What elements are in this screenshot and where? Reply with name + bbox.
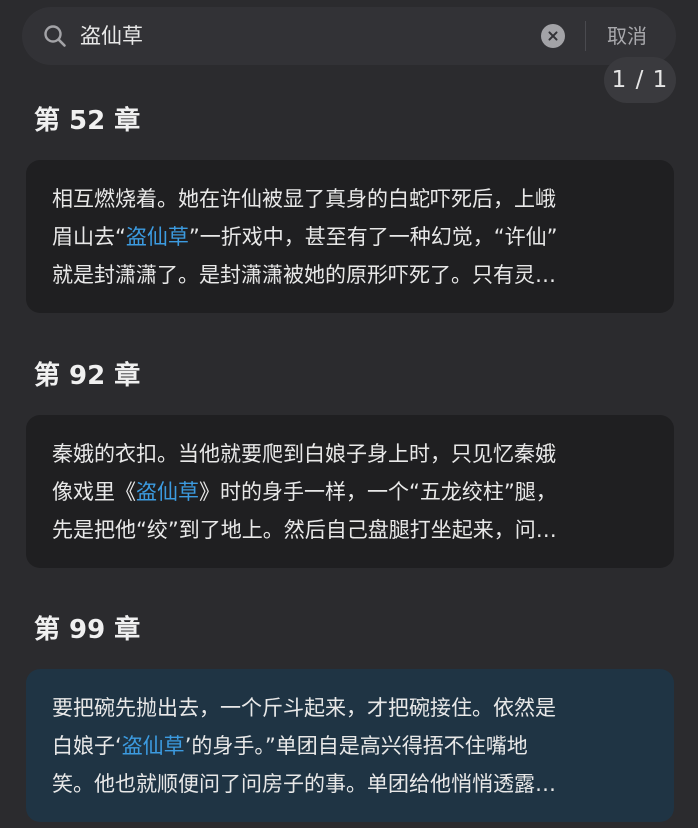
cancel-button[interactable]: 取消: [594, 17, 660, 55]
chapter-title: 第 99 章: [34, 615, 141, 645]
snippet-line: 白娘子‘盗仙草’的身手。”单团自是高兴得捂不住嘴地: [52, 734, 528, 758]
snippet-line: 像戏里《盗仙草》时的身手一样，一个“五龙绞柱”腿，: [52, 480, 557, 504]
search-highlight: 盗仙草: [125, 225, 189, 249]
page-indicator: 1 / 1: [604, 57, 676, 103]
result-card[interactable]: 秦娥的衣扣。当他就要爬到白娘子身上时，只见忆秦娥 像戏里《盗仙草》时的身手一样，…: [26, 415, 674, 568]
snippet-line: 先是把他“绞”到了地上。然后自己盘腿打坐起来，问…: [52, 518, 557, 542]
snippet-line: 就是封潇潇了。是封潇潇被她的原形吓死了。只有灵…: [52, 263, 556, 287]
search-icon: [44, 25, 66, 47]
chapter-title: 第 52 章: [34, 106, 141, 136]
search-bar: 取消: [22, 7, 676, 65]
result-card-active[interactable]: 要把碗先抛出去，一个斤斗起来，才把碗接住。依然是 白娘子‘盗仙草’的身手。”单团…: [26, 669, 674, 822]
snippet-line: 相互燃烧着。她在许仙被显了真身的白蛇吓死后，上峨: [52, 187, 556, 211]
snippet-line: 笑。他也就顺便问了问房子的事。单团给他悄悄透露…: [52, 772, 556, 796]
search-highlight: 盗仙草: [136, 480, 199, 504]
result-card[interactable]: 相互燃烧着。她在许仙被显了真身的白蛇吓死后，上峨 眉山去“盗仙草”一折戏中，甚至…: [26, 160, 674, 313]
search-highlight: 盗仙草: [121, 734, 185, 758]
clear-search-icon[interactable]: [541, 24, 565, 48]
snippet-line: 要把碗先抛出去，一个斤斗起来，才把碗接住。依然是: [52, 696, 556, 720]
chapter-title: 第 92 章: [34, 361, 141, 391]
search-divider: [585, 21, 586, 51]
snippet-line: 秦娥的衣扣。当他就要爬到白娘子身上时，只见忆秦娥: [52, 442, 556, 466]
search-input[interactable]: [80, 18, 480, 54]
snippet-line: 眉山去“盗仙草”一折戏中，甚至有了一种幻觉，“许仙”: [52, 225, 558, 249]
